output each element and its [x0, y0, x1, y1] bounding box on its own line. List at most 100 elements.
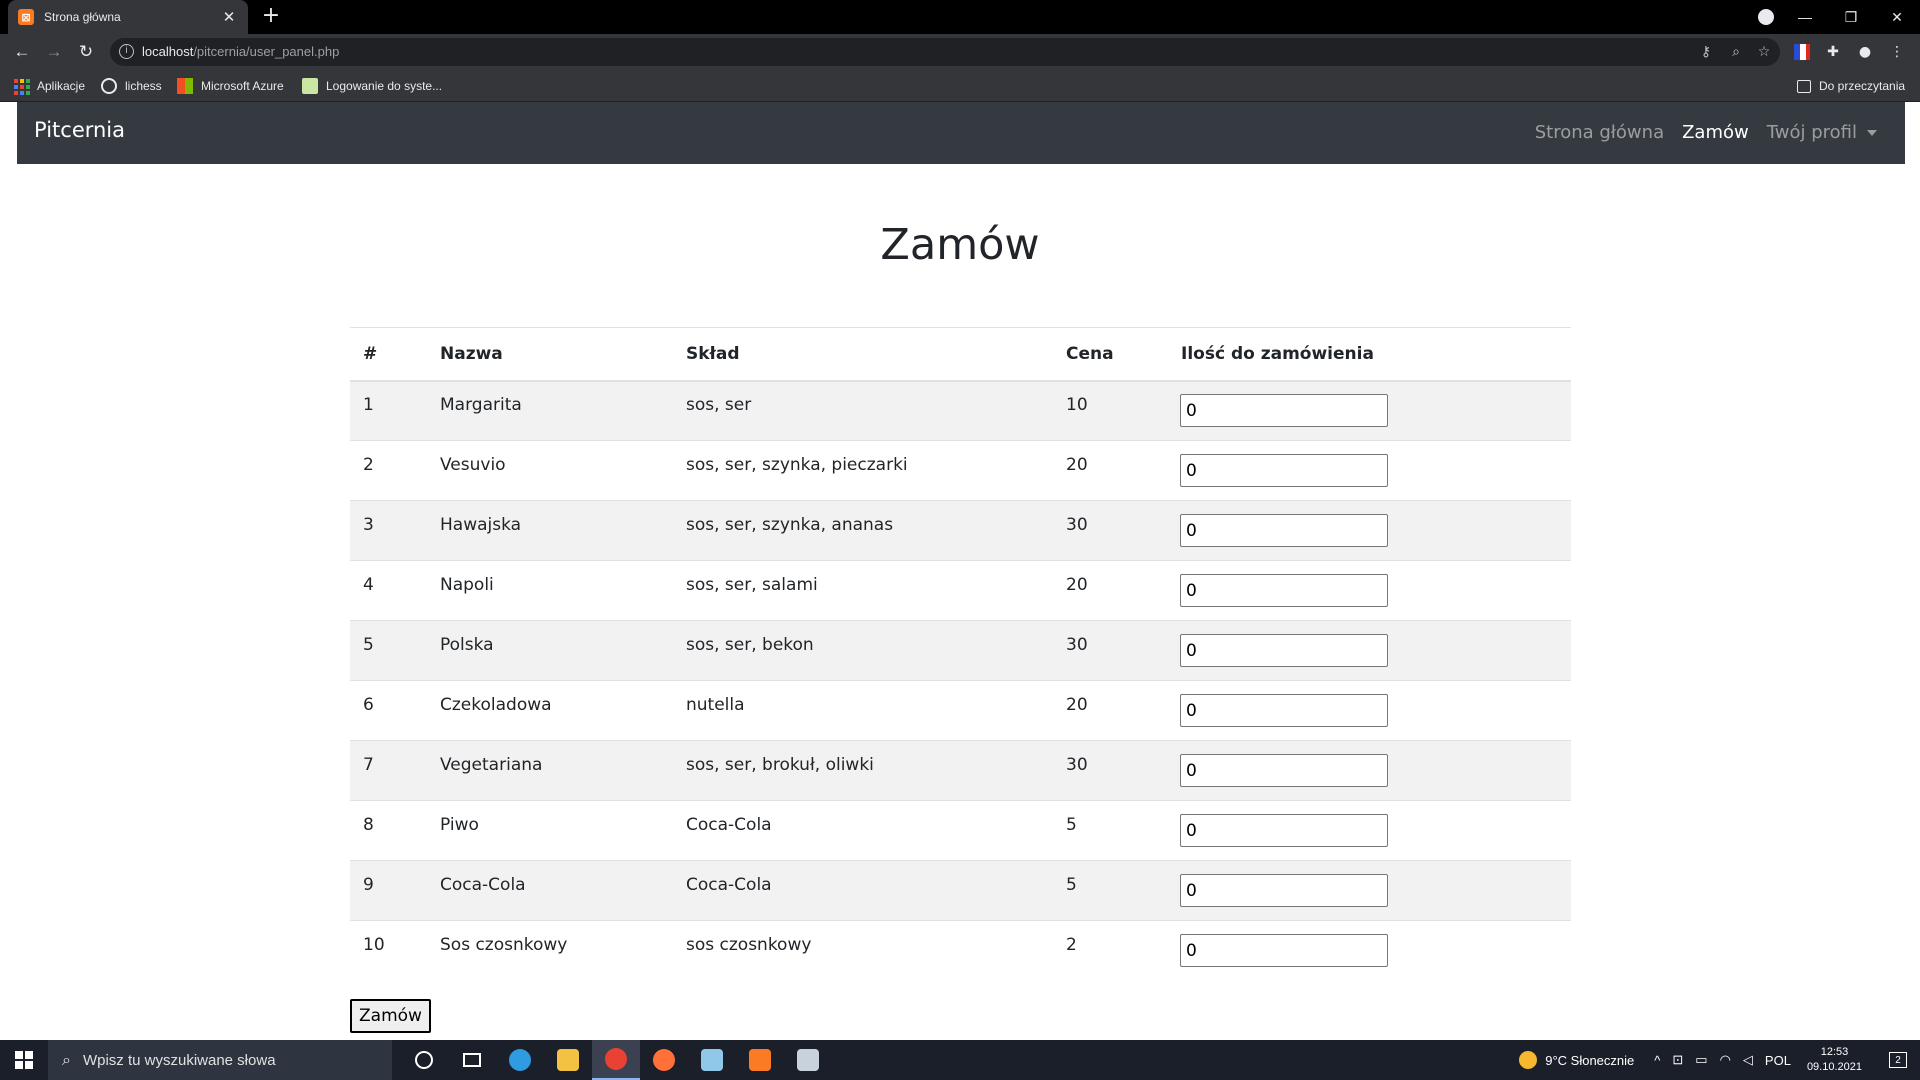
quantity-input[interactable]	[1180, 814, 1388, 847]
language-indicator[interactable]: POL	[1765, 1053, 1791, 1068]
table-row: 7 Vegetariana sos, ser, brokuł, oliwki 30	[350, 740, 1571, 801]
tab-close-icon[interactable]: ✕	[220, 8, 238, 26]
windows-logo-icon	[15, 1051, 33, 1069]
reading-list[interactable]: Do przeczytania	[1797, 77, 1905, 95]
bookmarks-bar: Aplikacje lichess Microsoft Azure Logowa…	[0, 70, 1920, 102]
bookmark-label: lichess	[125, 79, 162, 93]
weather-sun-icon[interactable]	[1519, 1051, 1538, 1069]
weather-text[interactable]: 9°C Słonecznie	[1545, 1053, 1634, 1068]
address-bar[interactable]: i localhost/pitcernia/user_panel.php ⚷ ⌕…	[110, 38, 1780, 66]
bookmark-label: Microsoft Azure	[201, 79, 284, 93]
cell-ingredients: sos, ser, szynka, pieczarki	[673, 440, 1053, 501]
chrome-icon	[605, 1048, 627, 1070]
quantity-input[interactable]	[1180, 514, 1388, 547]
cell-ingredients: sos, ser, salami	[673, 560, 1053, 621]
firefox-icon	[653, 1049, 675, 1071]
tray-chevron-icon[interactable]: ^	[1654, 1053, 1660, 1068]
quantity-input[interactable]	[1180, 874, 1388, 907]
file-explorer-icon	[557, 1049, 579, 1071]
account-icon[interactable]: ●	[1857, 44, 1873, 60]
cell-number: 7	[350, 740, 427, 801]
cell-quantity	[1168, 500, 1571, 561]
wifi-icon[interactable]: ◠	[1720, 1052, 1731, 1068]
cell-number: 9	[350, 860, 427, 921]
nav-link-home[interactable]: Strona główna	[1535, 122, 1664, 143]
dropdown-caret-icon	[1867, 130, 1877, 136]
login-icon	[302, 78, 318, 94]
back-button[interactable]: ←	[10, 40, 34, 64]
taskbar-app-xampp[interactable]	[736, 1040, 784, 1080]
bookmark-azure[interactable]: Microsoft Azure	[177, 77, 284, 95]
volume-icon[interactable]: ◁	[1743, 1052, 1753, 1068]
site-info-icon[interactable]: i	[119, 44, 134, 59]
taskbar-app-cortana[interactable]	[400, 1040, 448, 1080]
key-icon[interactable]: ⚷	[1696, 42, 1716, 62]
nav-link-order[interactable]: Zamów	[1682, 122, 1749, 143]
bookmark-apps[interactable]: Aplikacje	[13, 77, 85, 95]
system-tray: 9°C Słonecznie ^ ⊡ ▭ ◠ ◁ POL 12:53 09.10…	[1519, 1040, 1920, 1080]
cell-name: Polska	[427, 620, 673, 681]
taskbar-app-chrome[interactable]	[592, 1040, 640, 1080]
reload-button[interactable]: ↻	[74, 40, 98, 64]
cell-price: 2	[1053, 920, 1168, 981]
taskbar-app-task-view[interactable]	[448, 1040, 496, 1080]
cell-quantity	[1168, 560, 1571, 621]
quantity-input[interactable]	[1180, 694, 1388, 727]
cell-ingredients: sos, ser, szynka, ananas	[673, 500, 1053, 561]
restore-button[interactable]: ❐	[1828, 0, 1874, 34]
zoom-icon[interactable]: ⌕	[1726, 42, 1746, 62]
table-row: 6 Czekoladowa nutella 20	[350, 680, 1571, 741]
bookmark-login[interactable]: Logowanie do syste...	[302, 77, 442, 95]
profile-download-icon[interactable]	[1758, 9, 1774, 25]
menu-kebab-icon[interactable]: ⋮	[1889, 44, 1905, 60]
header-quantity: Ilość do zamówienia	[1168, 327, 1571, 382]
extensions-puzzle-icon[interactable]: ✚	[1825, 44, 1841, 60]
table-row: 1 Margarita sos, ser 10	[350, 380, 1571, 441]
new-tab-button[interactable]: +	[258, 4, 284, 30]
taskbar-app-paint[interactable]	[784, 1040, 832, 1080]
address-url[interactable]: localhost/pitcernia/user_panel.php	[142, 44, 339, 59]
start-button[interactable]	[0, 1040, 48, 1080]
extension-icon[interactable]	[1794, 44, 1810, 60]
bookmark-star-icon[interactable]: ☆	[1754, 42, 1774, 62]
browser-tab[interactable]: ⊠ Strona główna ✕	[8, 0, 248, 34]
window-controls: — ❐ ✕	[1782, 0, 1920, 34]
taskbar-search[interactable]: ⌕ Wpisz tu wyszukiwane słowa	[48, 1040, 392, 1080]
tab-title: Strona główna	[44, 10, 121, 24]
order-table-body: 1Margaritasos, ser102Vesuviosos, ser, sz…	[350, 380, 1571, 981]
taskbar-app-notepad[interactable]	[688, 1040, 736, 1080]
quantity-input[interactable]	[1180, 454, 1388, 487]
cell-price: 20	[1053, 440, 1168, 501]
cell-price: 20	[1053, 560, 1168, 621]
clock-time: 12:53	[1820, 1046, 1849, 1058]
header-price: Cena	[1053, 327, 1168, 382]
order-submit-button[interactable]: Zamów	[350, 999, 431, 1033]
battery-icon[interactable]: ▭	[1695, 1052, 1707, 1068]
cell-quantity	[1168, 440, 1571, 501]
header-name: Nazwa	[427, 327, 673, 382]
quantity-input[interactable]	[1180, 754, 1388, 787]
nav-link-profile[interactable]: Twój profil	[1767, 122, 1877, 143]
quantity-input[interactable]	[1180, 634, 1388, 667]
quantity-input[interactable]	[1180, 574, 1388, 607]
bookmark-lichess[interactable]: lichess	[101, 77, 162, 95]
cell-price: 30	[1053, 740, 1168, 801]
quantity-input[interactable]	[1180, 934, 1388, 968]
notification-center-button[interactable]: 2	[1876, 1040, 1920, 1080]
apps-grid-icon	[13, 78, 30, 95]
forward-button[interactable]: →	[42, 40, 66, 64]
cell-ingredients: sos, ser, bekon	[673, 620, 1053, 681]
lichess-icon	[101, 78, 117, 94]
tray-app-icon[interactable]: ⊡	[1672, 1052, 1683, 1068]
header-number: #	[350, 327, 427, 382]
window-close-button[interactable]: ✕	[1874, 0, 1920, 34]
taskbar-clock[interactable]: 12:53 09.10.2021	[1807, 1045, 1862, 1075]
navbar-brand[interactable]: Pitcernia	[34, 118, 125, 142]
url-path: /pitcernia/user_panel.php	[193, 44, 340, 59]
quantity-input[interactable]	[1180, 394, 1388, 428]
taskbar-app-file-explorer[interactable]	[544, 1040, 592, 1080]
taskbar-app-firefox[interactable]	[640, 1040, 688, 1080]
table-row: 10 Sos czosnkowy sos czosnkowy 2	[350, 920, 1571, 981]
taskbar-app-edge[interactable]	[496, 1040, 544, 1080]
minimize-button[interactable]: —	[1782, 0, 1828, 34]
